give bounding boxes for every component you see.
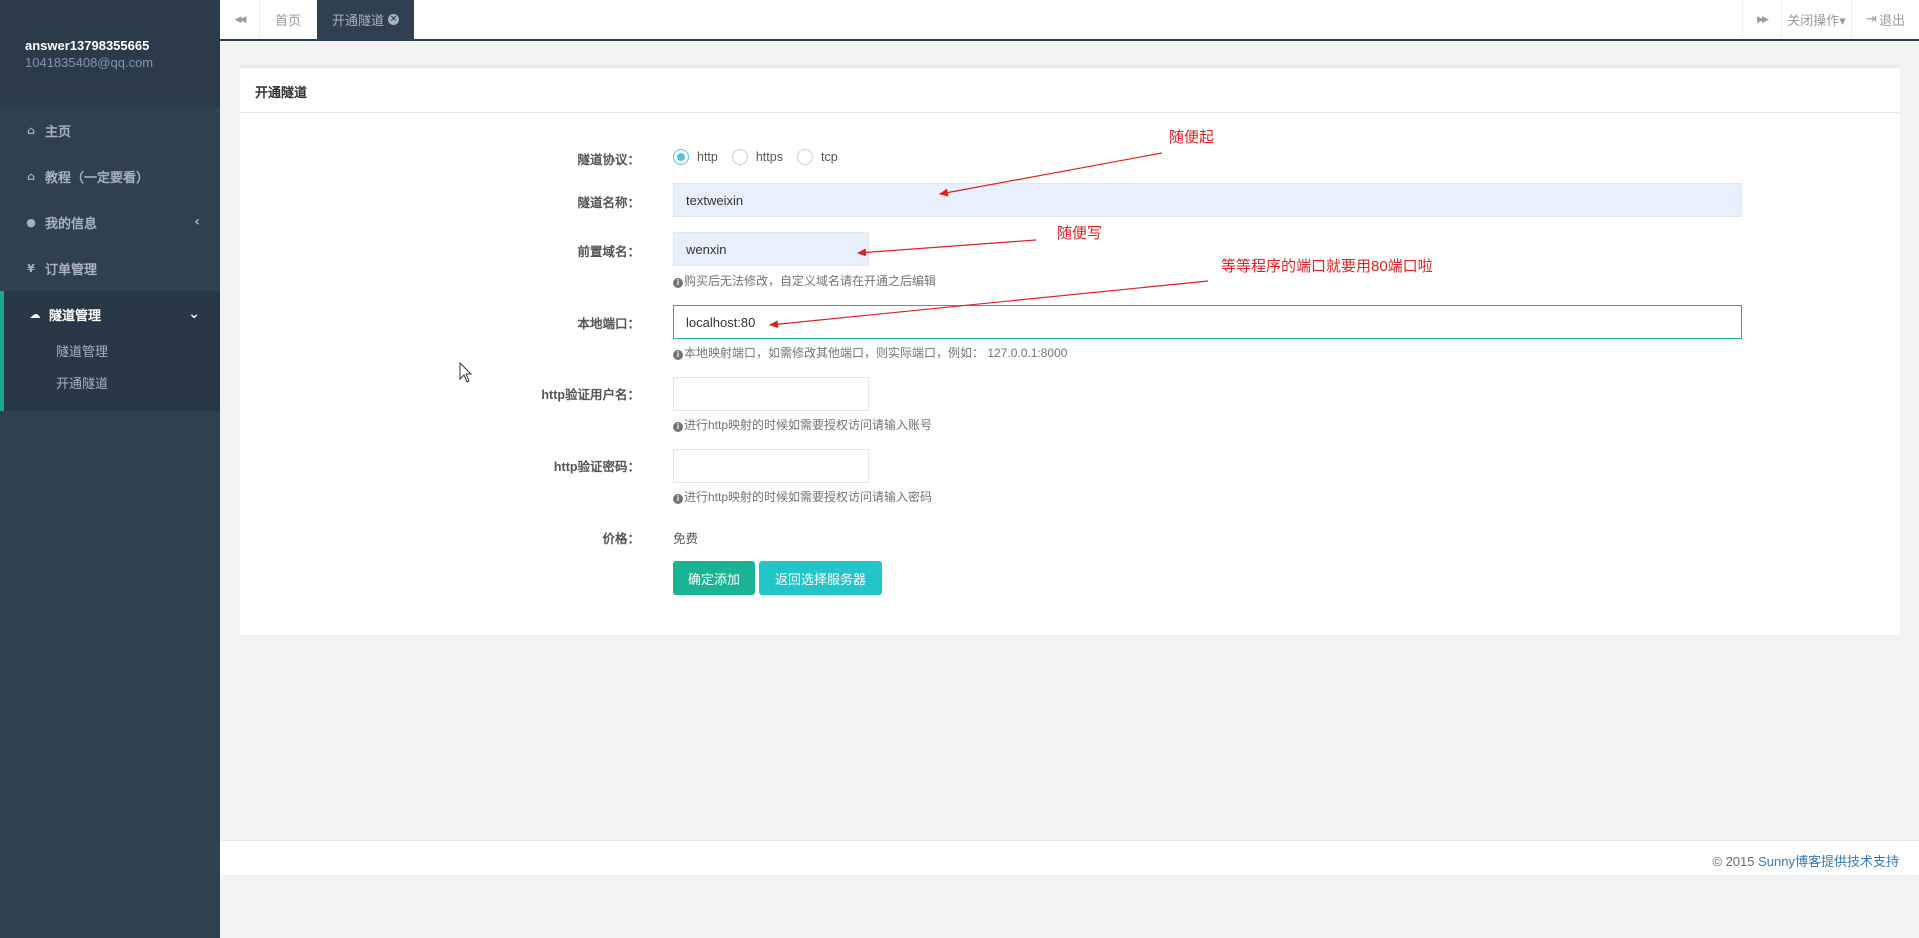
tab-bar: ◀◀ 首页 开通隧道 × ▶▶ 关闭操作▾ ⇥ 退出	[220, 0, 1919, 41]
info-icon: i	[673, 494, 683, 504]
info-icon: i	[673, 278, 683, 288]
protocol-label: 隧道协议：	[577, 153, 640, 167]
sidebar-item-home[interactable]: ⌂ 主页	[0, 107, 220, 153]
radio-icon	[731, 149, 748, 165]
home-icon: ⌂	[27, 123, 35, 137]
profile-username: answer13798355665	[25, 38, 150, 53]
domain-label: 前置域名：	[577, 245, 640, 259]
info-icon: i	[673, 350, 683, 360]
tab-home[interactable]: 首页	[260, 0, 316, 39]
scroll-left-button[interactable]: ◀◀	[220, 0, 260, 39]
close-operations-label: 关闭操作▾	[1787, 14, 1846, 29]
mouse-cursor-icon	[459, 362, 473, 383]
sidebar-item-tutorial[interactable]: ⌂ 教程（一定要看）	[0, 153, 220, 199]
http-user-label: http验证用户名：	[541, 388, 640, 402]
sidebar-item-tunnel-management[interactable]: ☁ 隧道管理 ⌄	[4, 291, 220, 337]
profile[interactable]: answer13798355665 1041835408@qq.com	[0, 0, 220, 107]
info-icon: i	[673, 422, 683, 432]
cloud-icon: ☁	[29, 307, 41, 321]
price-value: 免费	[673, 532, 699, 546]
radio-https[interactable]: https	[731, 149, 783, 165]
sidebar-submenu: 隧道管理 开通隧道	[4, 337, 220, 411]
protocol-radio-group: http https tcp	[673, 149, 852, 165]
sidebar-item-my-info[interactable]: ● 我的信息 ‹	[0, 199, 220, 245]
tunnel-name-input[interactable]	[673, 183, 1742, 217]
home-icon: ⌂	[27, 169, 35, 183]
sidebar-subitem-open-tunnel[interactable]: 开通隧道	[4, 369, 220, 401]
submit-button[interactable]: 确定添加	[673, 561, 755, 595]
footer-copyright: © 2015	[1712, 854, 1759, 869]
double-right-icon: ▶▶	[1757, 14, 1769, 25]
tab-label: 首页	[275, 14, 302, 29]
panel-title: 开通隧道	[240, 68, 1900, 113]
sidebar: answer13798355665 1041835408@qq.com ⌂ 主页…	[0, 0, 220, 938]
http-pass-help: i 进行http映射的时候如需要授权访问请输入密码	[673, 488, 932, 505]
http-pass-help-text: 进行http映射的时候如需要授权访问请输入密码	[684, 490, 933, 504]
back-to-server-button[interactable]: 返回选择服务器	[759, 561, 882, 595]
http-pass-label: http验证密码：	[553, 460, 640, 474]
local-port-input[interactable]	[673, 305, 1742, 339]
local-port-help-text: 本地映射端口，如需修改其他端口，则实际端口，例如： 127.0.0.1:8000	[684, 346, 1068, 360]
tab-open-tunnel[interactable]: 开通隧道 ×	[317, 0, 415, 39]
radio-label: https	[755, 150, 783, 164]
price-label: 价格：	[602, 532, 640, 546]
user-icon: ●	[26, 215, 36, 229]
sidebar-item-orders[interactable]: ¥ 订单管理	[0, 245, 220, 291]
chevron-down-icon: ⌄	[188, 306, 200, 322]
logout-label: 退出	[1878, 14, 1905, 29]
http-user-help-text: 进行http映射的时候如需要授权访问请输入账号	[684, 418, 933, 432]
radio-label: http	[697, 150, 718, 164]
sidebar-item-label: 我的信息	[45, 216, 98, 232]
close-icon[interactable]: ×	[388, 14, 400, 25]
sidebar-subitem-tunnel-list[interactable]: 隧道管理	[4, 337, 220, 369]
scroll-right-button[interactable]: ▶▶	[1742, 0, 1782, 39]
radio-tcp[interactable]: tcp	[796, 149, 838, 165]
annotation-domain: 随便写	[1057, 225, 1103, 242]
local-port-help: i 本地映射端口，如需修改其他端口，则实际端口，例如： 127.0.0.1:800…	[673, 344, 1067, 361]
profile-email: 1041835408@qq.com	[25, 55, 154, 70]
sidebar-item-label: 教程（一定要看）	[45, 170, 150, 186]
annotation-port: 等等程序的端口就要用80端口啦	[1221, 258, 1433, 275]
local-port-label: 本地端口：	[577, 317, 640, 331]
sidebar-item-label: 主页	[45, 124, 72, 140]
footer-link[interactable]: Sunny博客提供技术支持	[1758, 854, 1899, 869]
chevron-left-icon: ‹	[194, 214, 200, 230]
radio-http[interactable]: http	[673, 149, 718, 165]
logout-button[interactable]: ⇥ 退出	[1852, 0, 1919, 39]
footer: © 2015 Sunny博客提供技术支持	[220, 840, 1919, 875]
sidebar-item-label: 隧道管理	[49, 308, 102, 324]
radio-icon	[796, 149, 813, 165]
sidebar-group-tunnel: ☁ 隧道管理 ⌄ 隧道管理 开通隧道	[0, 291, 220, 411]
radio-label: tcp	[820, 150, 838, 164]
domain-help: i 购买后无法修改，自定义域名请在开通之后编辑	[673, 272, 936, 289]
tab-label: 开通隧道	[332, 14, 385, 29]
double-left-icon: ◀◀	[234, 14, 247, 25]
http-pass-input[interactable]	[673, 449, 869, 483]
domain-help-text: 购买后无法修改，自定义域名请在开通之后编辑	[684, 274, 937, 288]
sidebar-item-label: 订单管理	[45, 262, 98, 278]
http-user-help: i 进行http映射的时候如需要授权访问请输入账号	[673, 416, 932, 433]
yen-icon: ¥	[27, 261, 35, 275]
radio-icon	[673, 149, 689, 165]
domain-input[interactable]	[673, 232, 869, 266]
annotation-name: 随便起	[1169, 129, 1215, 146]
close-operations-dropdown[interactable]: 关闭操作▾	[1782, 0, 1852, 39]
http-user-input[interactable]	[673, 377, 869, 411]
logout-icon: ⇥	[1866, 12, 1877, 27]
tunnel-name-label: 隧道名称：	[577, 196, 640, 210]
